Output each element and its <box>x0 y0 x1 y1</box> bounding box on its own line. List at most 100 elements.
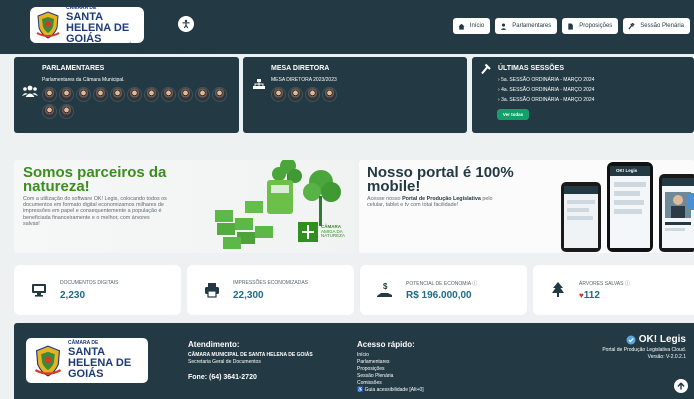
parlamentares-title: PARLAMENTARES <box>42 65 105 72</box>
badge-sub-2: NATUREZA <box>321 233 345 239</box>
crest-icon <box>34 345 62 376</box>
sessoes-title: ÚLTIMAS SESSÕES <box>498 65 564 72</box>
tree-icon <box>552 282 564 297</box>
parlamentar-avatar[interactable] <box>42 104 57 119</box>
parlamentares-subtitle: Parlamentares da Câmara Municipal. <box>42 77 125 83</box>
parlamentar-avatar[interactable] <box>161 87 176 102</box>
brand-version: Versão: V-2.0.2.1 <box>647 354 686 360</box>
natureza-title: Somos parceiros da natureza! <box>23 165 166 195</box>
parlamentares-faces <box>42 87 242 119</box>
nav-parlamentares-button[interactable]: Parlamentares <box>495 18 558 34</box>
footer-link-parlamentares[interactable]: Parlamentares <box>357 359 390 365</box>
org-sub: Secretaria Geral de Documentos <box>188 359 261 365</box>
natureza-banner[interactable]: Somos parceiros da natureza! Com a utili… <box>14 160 355 253</box>
parlamentar-avatar[interactable] <box>59 87 74 102</box>
parlamentar-avatar[interactable] <box>144 87 159 102</box>
footer-link-acessibilidade[interactable]: ♿ Guia acessibilidade [Alt+0] <box>357 387 424 393</box>
svg-text:$: $ <box>383 282 388 291</box>
parlamentares-card[interactable]: PARLAMENTARES Parlamentares da Câmara Mu… <box>14 57 239 133</box>
footer-link-proposicoes[interactable]: Proposições <box>357 366 385 372</box>
org-chart-icon <box>253 79 265 89</box>
stat-arvores: ÁRVORES SALVAS ⓘ ♥112 <box>533 265 694 315</box>
mobile-text-line2: celular, tablet e tv com total facilidad… <box>367 202 459 209</box>
org-name: CÂMARA MUNICIPAL DE SANTA HELENA DE GOIÁ… <box>188 352 313 358</box>
stat-impressoes: IMPRESSÕES ECONOMIZADAS 22,300 <box>187 265 354 315</box>
atendimento-title: Atendimento: <box>188 340 240 349</box>
footer-link-sessao-plenaria[interactable]: Sessão Plenária <box>357 373 393 379</box>
mesa-member-avatar[interactable] <box>305 87 320 102</box>
parlamentar-avatar[interactable] <box>127 87 142 102</box>
accessibility-button[interactable] <box>178 16 194 32</box>
parlamentar-avatar[interactable] <box>42 87 57 102</box>
stat-label: POTENCIAL DE ECONOMIA ⓘ <box>406 281 478 287</box>
mesa-member-avatar[interactable] <box>271 87 286 102</box>
nav-inicio-label: Início <box>469 23 485 29</box>
stat-value-arvores: ♥112 <box>579 290 600 301</box>
stat-economia: $ POTENCIAL DE ECONOMIA ⓘ R$ 196.000,00 <box>360 265 527 315</box>
sessao-item-label: 3a. SESSÃO ORDINÁRIA - MARÇO 2024 <box>501 97 595 103</box>
mobile-text-post: pelo <box>480 196 493 202</box>
footer-link-acessibilidade-label: Guia acessibilidade [Alt+0] <box>364 387 424 393</box>
mesa-diretora-card[interactable]: MESA DIRETORA MESA DIRETORA 2023/2023 <box>243 57 467 133</box>
phones-illustration <box>561 162 694 252</box>
header-logo[interactable]: CÂMARA DE SANTA HELENA DE GOIÁS <box>30 4 144 44</box>
mesa-member-avatar[interactable] <box>288 87 303 102</box>
sessao-item[interactable]: › 4a. SESSÃO ORDINÁRIA - MARÇO 2024 <box>498 87 594 93</box>
logo-line1: SANTA <box>66 10 104 23</box>
accessibility-icon <box>182 19 190 29</box>
footer-link-inicio[interactable]: Início <box>357 352 369 358</box>
parlamentar-avatar[interactable] <box>110 87 125 102</box>
footer: CÂMARA DE SANTA HELENA DE GOIÁS Atendime… <box>14 323 694 399</box>
parlamentar-avatar[interactable] <box>76 87 91 102</box>
natureza-text: Com a utilização do software OK! Legis, … <box>23 196 167 227</box>
footer-logo[interactable]: CÂMARA DE SANTA HELENA DE GOIÁS <box>26 338 148 383</box>
sessao-item[interactable]: › 3a. SESSÃO ORDINÁRIA - MARÇO 2024 <box>498 97 594 103</box>
sessao-item[interactable]: › 5a. SESSÃO ORDINÁRIA - MARÇO 2024 <box>498 77 594 83</box>
money-hand-icon: $ <box>377 282 392 297</box>
sessao-item-label: 4a. SESSÃO ORDINÁRIA - MARÇO 2024 <box>501 87 595 93</box>
side-feedback-tab[interactable] <box>688 193 694 210</box>
mobile-banner[interactable]: Nosso portal é 100% mobile! Acesse nosso… <box>359 160 694 253</box>
scroll-top-button[interactable] <box>674 379 688 393</box>
mesa-member-avatar[interactable] <box>322 87 337 102</box>
monitor-icon <box>32 284 46 297</box>
parlamentar-avatar[interactable] <box>59 104 74 119</box>
ver-todas-button[interactable]: Ver todas <box>497 109 529 120</box>
camara-natureza-badge: CÂMARA AMIGA DA NATUREZA <box>298 222 345 242</box>
nav-parlamentares-label: Parlamentares <box>512 23 552 29</box>
mesa-subtitle: MESA DIRETORA 2023/2023 <box>271 77 337 83</box>
printer-icon <box>205 283 219 298</box>
natureza-text-line: salvas! <box>23 220 40 227</box>
parlamentar-avatar[interactable] <box>93 87 108 102</box>
nav-sessao-plenaria-button[interactable]: Sessão Plenária <box>623 18 690 34</box>
parlamentar-avatar[interactable] <box>178 87 193 102</box>
stat-value: 112 <box>583 290 600 301</box>
stat-label: DOCUMENTOS DIGITAIS <box>60 280 119 286</box>
leaf-badge-icon <box>298 222 318 242</box>
mobile-title: Nosso portal é 100% mobile! <box>367 165 514 195</box>
top-nav: Início Parlamentares Proposições Sessão … <box>452 18 690 34</box>
crest-icon <box>36 11 60 39</box>
ultimas-sessoes-card: ÚLTIMAS SESSÕES › 5a. SESSÃO ORDINÁRIA -… <box>472 57 694 133</box>
footer-link-comissoes[interactable]: Comissões <box>357 380 382 386</box>
parlamentar-avatar[interactable] <box>195 87 210 102</box>
nav-proposicoes-button[interactable]: Proposições <box>562 18 619 34</box>
logo-small-text: CÂMARA DE <box>66 4 97 11</box>
brand-name: OK! Legis <box>638 334 686 345</box>
stat-documentos: DOCUMENTOS DIGITAIS 2,230 <box>14 265 181 315</box>
natureza-text-line: impressões em papel e consequentemente a… <box>23 208 162 215</box>
gavel-icon <box>628 22 635 30</box>
parlamentar-avatar[interactable] <box>212 87 227 102</box>
mobile-text-bold: Portal de Produção Legislativa <box>402 196 481 202</box>
mobile-text-pre: Acesse nosso <box>367 196 403 202</box>
footer-logo-line2: HELENA DE GOIÁS <box>68 357 132 380</box>
stat-value: R$ 196.000,00 <box>406 290 472 301</box>
nav-sessao-plenaria-label: Sessão Plenária <box>640 23 684 29</box>
okl-logo-icon <box>626 335 636 344</box>
nav-proposicoes-label: Proposições <box>579 23 613 29</box>
sessao-item-label: 5a. SESSÃO ORDINÁRIA - MARÇO 2024 <box>501 77 595 83</box>
stat-value: 22,300 <box>233 290 264 301</box>
acesso-title: Acesso rápido: <box>357 340 415 349</box>
nav-inicio-button[interactable]: Início <box>452 18 491 34</box>
stat-label: IMPRESSÕES ECONOMIZADAS <box>233 280 309 286</box>
